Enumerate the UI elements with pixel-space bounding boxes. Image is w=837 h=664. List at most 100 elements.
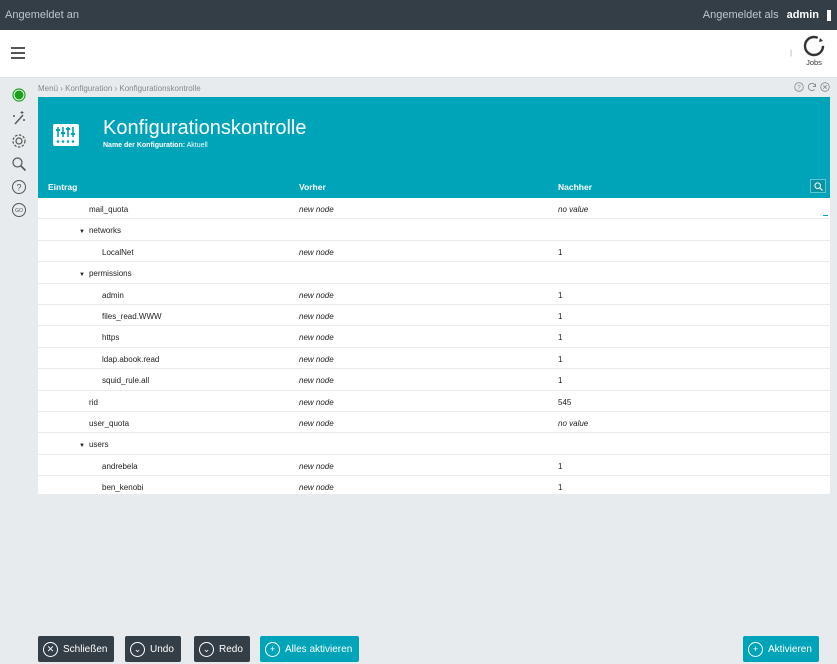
entry-cell: ▼ permissions: [79, 269, 132, 278]
close-button[interactable]: ✕ Schließen: [38, 636, 115, 662]
after-cell: 1: [558, 247, 563, 257]
column-header-after[interactable]: Nachher: [558, 182, 592, 192]
entry-cell: rid: [89, 398, 98, 407]
after-cell: 1: [558, 311, 563, 321]
table-row[interactable]: andrebela new node 1: [38, 455, 830, 477]
plus-icon: +: [265, 641, 280, 657]
table-row[interactable]: ldap.abook.read new node 1: [38, 348, 830, 370]
config-name-value: Aktuell: [186, 142, 208, 149]
logout-icon[interactable]: [827, 9, 831, 21]
before-cell: new node: [299, 205, 334, 214]
group-row[interactable]: ▼ networks: [38, 219, 830, 241]
username[interactable]: admin: [787, 9, 819, 21]
column-header-before[interactable]: Vorher: [299, 182, 326, 192]
chevron-down-icon: ⌄: [130, 641, 145, 657]
table-row[interactable]: squid_rule.all new node 1: [38, 369, 830, 391]
undo-button[interactable]: ⌄ Undo: [125, 636, 181, 662]
entry-label: networks: [88, 226, 121, 236]
entry-label: files_read.WWW: [102, 311, 162, 321]
svg-text:?: ?: [16, 183, 21, 193]
group-row[interactable]: ▼ permissions: [38, 262, 830, 284]
activate-all-button[interactable]: + Alles aktivieren: [260, 636, 360, 662]
table-row[interactable]: user_quota new node no value: [38, 412, 830, 434]
panel-tools: ?: [794, 82, 830, 92]
jobs-label: Jobs: [806, 58, 822, 67]
expand-caret-icon[interactable]: ▼: [79, 229, 85, 235]
before-cell: new node: [299, 333, 334, 343]
after-cell: no value: [558, 418, 589, 428]
status-dot-icon[interactable]: [10, 86, 28, 104]
logged-in-as-label: Angemeldet als: [702, 9, 779, 21]
close-button-label: Schließen: [63, 643, 108, 655]
table-row[interactable]: admin new node 1: [38, 284, 830, 305]
logged-in-to-text: Angemeldet an: [5, 9, 79, 21]
after-cell: 1: [558, 354, 563, 364]
gear-icon[interactable]: [10, 132, 28, 150]
main-header: | Jobs: [0, 30, 837, 78]
config-diff-table: mail_quota new node no value ▼ networks Local…: [38, 198, 830, 494]
close-icon: ✕: [43, 641, 58, 657]
jobs-icon: [803, 35, 825, 57]
expand-caret-icon[interactable]: ▼: [79, 272, 85, 278]
panel-close-icon[interactable]: [820, 82, 830, 92]
entry-cell: LocalNet: [102, 248, 134, 257]
breadcrumb: Menü › Konfiguration › Konfigurationskon…: [38, 84, 201, 93]
jobs-button[interactable]: Jobs: [797, 35, 831, 67]
entry-label: LocalNet: [102, 247, 134, 257]
config-name-label: Name der Konfiguration:: [103, 142, 186, 149]
activate-button-label: Aktivieren: [768, 643, 812, 655]
entry-cell: ▼ networks: [79, 226, 121, 235]
search-icon: [813, 181, 823, 191]
menu-icon[interactable]: [11, 47, 25, 59]
go-icon[interactable]: GO: [10, 201, 28, 219]
redo-button-label: Redo: [219, 643, 243, 655]
chevron-down-icon: ⌄: [199, 641, 214, 657]
before-cell: new node: [299, 290, 334, 300]
undo-button-label: Undo: [150, 643, 174, 655]
config-name: Name der Konfiguration: Aktuell: [103, 142, 208, 149]
entry-label: mail_quota: [89, 205, 129, 214]
redo-button[interactable]: ⌄ Redo: [194, 636, 250, 662]
plus-icon: +: [748, 641, 763, 657]
after-cell: no value: [558, 205, 589, 214]
activate-all-button-label: Alles aktivieren: [285, 643, 353, 655]
svg-text:?: ?: [797, 85, 801, 91]
before-cell: new node: [299, 354, 334, 364]
table-row[interactable]: files_read.WWW new node 1: [38, 305, 830, 327]
left-icon-rail: ? GO: [10, 86, 28, 224]
group-row[interactable]: ▼ users: [38, 433, 830, 455]
table-row[interactable]: ben_kenobi new node 1: [38, 476, 830, 494]
table-row[interactable]: https new node 1: [38, 326, 830, 348]
entry-cell: ldap.abook.read: [102, 355, 159, 364]
entry-label: users: [88, 440, 109, 450]
before-cell: new node: [299, 483, 334, 493]
page-title: Konfigurationskontrolle: [103, 117, 307, 139]
entry-label: andrebela: [102, 461, 138, 471]
activate-button[interactable]: + Aktivieren: [743, 636, 819, 662]
entry-label: ben_kenobi: [102, 483, 144, 493]
refresh-icon[interactable]: [807, 82, 817, 92]
entry-cell: mail_quota: [89, 205, 128, 214]
column-header-entry[interactable]: Eintrag: [48, 182, 77, 192]
after-cell: 1: [558, 290, 563, 300]
wizard-icon[interactable]: [10, 109, 28, 127]
expand-caret-icon[interactable]: ▼: [79, 443, 85, 449]
after-cell: 1: [558, 483, 563, 493]
before-cell: new node: [299, 376, 334, 386]
entry-label: squid_rule.all: [102, 376, 150, 386]
after-cell: 1: [558, 333, 563, 343]
table-row[interactable]: rid new node 545: [38, 391, 830, 412]
user-area: Angemeldet als admin: [703, 9, 831, 21]
config-mixer-icon: [53, 124, 79, 146]
panel-help-icon[interactable]: ?: [794, 82, 804, 92]
table-row[interactable]: LocalNet new node 1: [38, 241, 830, 263]
entry-label: https: [102, 333, 120, 343]
before-cell: new node: [299, 397, 334, 407]
before-cell: new node: [299, 311, 334, 321]
table-search-button[interactable]: [810, 179, 826, 193]
search-icon[interactable]: [10, 155, 28, 173]
table-row[interactable]: mail_quota new node no value: [38, 198, 830, 220]
entry-label: permissions: [88, 269, 132, 279]
svg-text:GO: GO: [15, 208, 23, 214]
help-icon[interactable]: ?: [10, 178, 28, 196]
